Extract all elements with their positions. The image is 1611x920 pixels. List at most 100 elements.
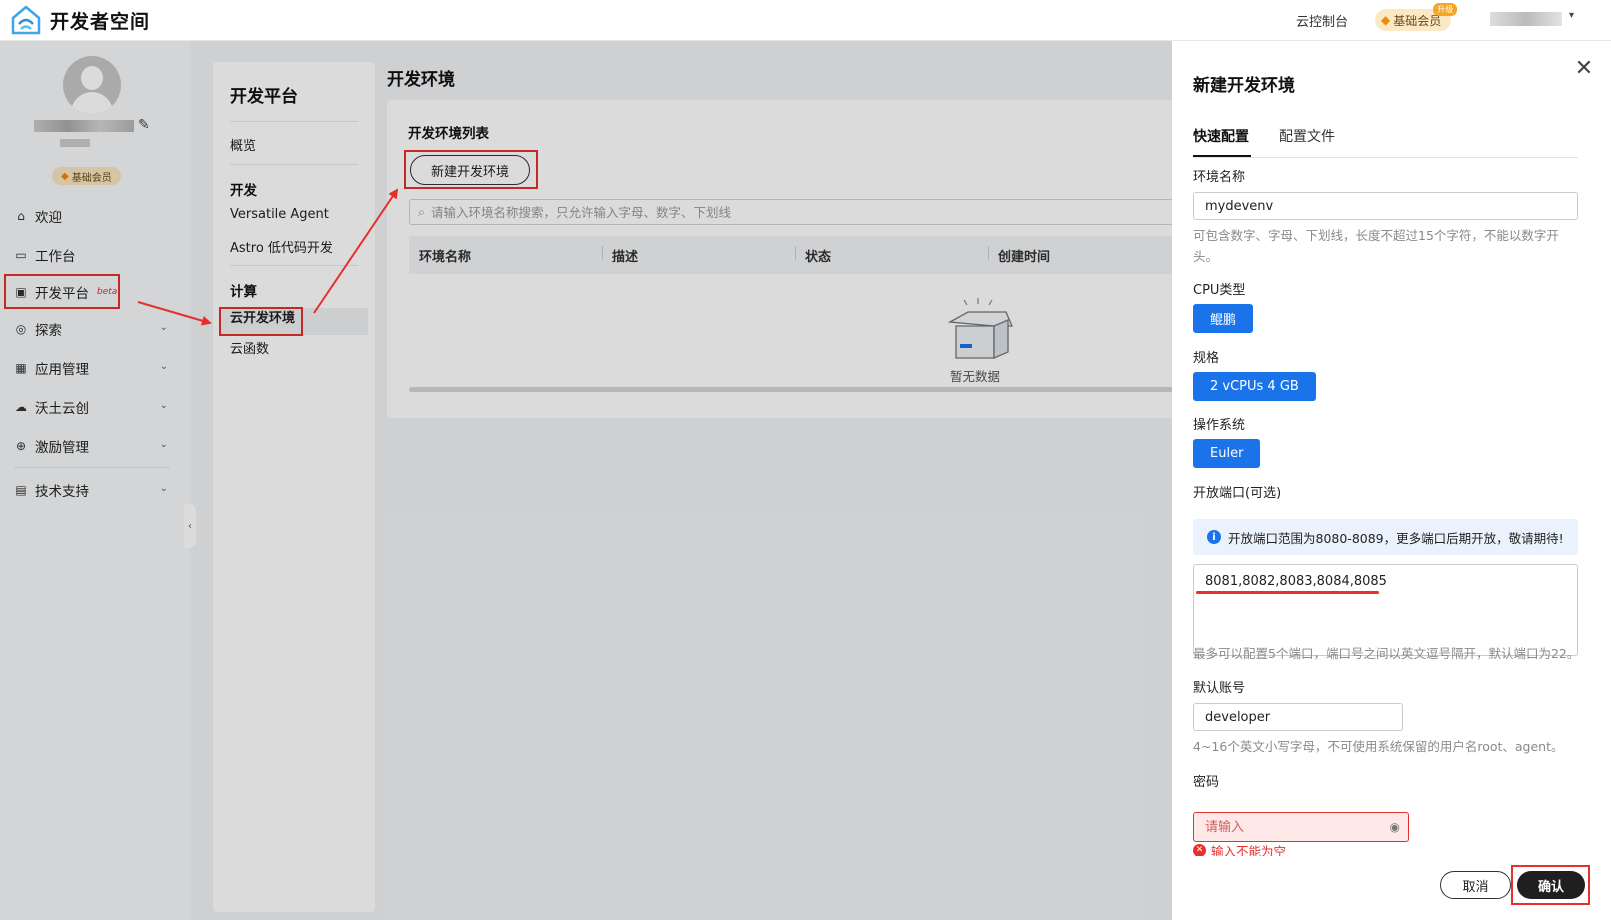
- sidebar-item-label: 沃土云创: [35, 400, 89, 417]
- spec-option[interactable]: 2 vCPUs 4 GB: [1193, 372, 1316, 401]
- main-nav: ⌂ 欢迎 ▭ 工作台 ▣ 开发平台 beta ◎ 探索 ⌄ ▦ 应用管理 ⌄ ☁…: [0, 196, 190, 509]
- column-header-status[interactable]: 状态: [795, 245, 988, 265]
- avatar[interactable]: [63, 56, 121, 114]
- column-header-name[interactable]: 环境名称: [409, 246, 602, 265]
- tab-config-file[interactable]: 配置文件: [1279, 126, 1335, 146]
- search-icon: ⌕: [418, 204, 426, 219]
- eye-off-icon[interactable]: ◉: [1390, 820, 1400, 834]
- sidebar-item-explore[interactable]: ◎ 探索 ⌄: [0, 309, 190, 348]
- user-menu[interactable]: [1490, 12, 1562, 26]
- sidebar-item-dev-platform[interactable]: ▣ 开发平台 beta: [4, 274, 120, 309]
- divider: [14, 467, 170, 468]
- chevron-down-icon: ⌄: [159, 483, 168, 494]
- gift-icon: ⊕: [15, 438, 27, 453]
- subnav-item-overview[interactable]: 概览: [230, 135, 256, 154]
- logo-text: 开发者空间: [50, 10, 151, 33]
- empty-text: 暂无数据: [950, 369, 1001, 384]
- subnav: 开发平台 概览 开发 Versatile Agent Astro 低代码开发 计…: [213, 62, 375, 912]
- column-header-created[interactable]: 创建时间: [988, 245, 1181, 265]
- sidebar-item-label: 探索: [35, 322, 62, 339]
- caret-down-icon[interactable]: ▾: [1569, 10, 1574, 21]
- page-title: 开发环境: [387, 70, 455, 90]
- annotation-box: [404, 150, 538, 189]
- logo[interactable]: 开发者空间: [10, 4, 150, 36]
- sidebar-item-wotu[interactable]: ☁ 沃土云创 ⌄: [0, 387, 190, 426]
- sidebar-item-incentive[interactable]: ⊕ 激励管理 ⌄: [0, 426, 190, 465]
- divider: [230, 164, 358, 165]
- upgrade-tag[interactable]: 升级: [1433, 3, 1458, 16]
- column-header-description[interactable]: 描述: [602, 245, 795, 265]
- new-env-drawer: 新建开发环境 ✕ 快速配置 配置文件 环境名称 可包含数字、字母、下划线，长度不…: [1172, 41, 1611, 920]
- subnav-item-cloud-function[interactable]: 云函数: [230, 338, 269, 357]
- diamond-icon: ◆: [1381, 13, 1391, 27]
- cpu-kunpeng-option[interactable]: 鲲鹏: [1193, 304, 1254, 333]
- info-icon: i: [1207, 530, 1221, 544]
- tab-quick-config[interactable]: 快速配置: [1193, 126, 1249, 146]
- port-hint: 最多可以配置5个端口，端口号之间以英文逗号隔开，默认端口为22。: [1193, 646, 1580, 661]
- edit-icon[interactable]: ✎: [138, 117, 150, 133]
- collapse-sidebar-button[interactable]: ‹: [184, 504, 196, 548]
- chevron-down-icon: ⌄: [159, 400, 168, 411]
- desktop-icon: ▭: [15, 247, 27, 262]
- cpu-type-label: CPU类型: [1193, 283, 1246, 298]
- divider: [230, 265, 358, 266]
- tab-indicator: [1193, 155, 1251, 157]
- table-header: 环境名称 描述 状态 创建时间: [409, 236, 1199, 274]
- search-input[interactable]: [431, 204, 1132, 220]
- app-icon: ▦: [15, 360, 27, 375]
- chevron-down-icon: ⌄: [159, 361, 168, 372]
- drawer-title: 新建开发环境: [1193, 76, 1295, 96]
- sidebar-item-label: 技术支持: [35, 483, 89, 500]
- sidebar-item-support[interactable]: ▤ 技术支持 ⌄: [0, 470, 190, 509]
- env-name-input[interactable]: [1193, 192, 1578, 220]
- account-input[interactable]: [1193, 703, 1403, 731]
- horizontal-scrollbar[interactable]: [409, 387, 1199, 392]
- cancel-button[interactable]: 取消: [1440, 871, 1511, 899]
- account-hint: 4~16个英文小写字母，不可使用系统保留的用户名root、agent。: [1193, 739, 1564, 754]
- empty-box-icon: [947, 298, 1013, 359]
- subnav-group-dev: 开发: [230, 183, 257, 199]
- subnav-item-versatile-agent[interactable]: Versatile Agent: [230, 207, 329, 222]
- compass-icon: ◎: [15, 321, 27, 336]
- subnav-title: 开发平台: [230, 87, 298, 107]
- annotation-box: [1511, 865, 1590, 905]
- close-icon[interactable]: ✕: [1574, 58, 1594, 80]
- diamond-icon: ◆: [61, 170, 69, 182]
- user-id: [60, 139, 90, 147]
- sidebar-item-welcome[interactable]: ⌂ 欢迎: [0, 196, 190, 235]
- password-field: ◉: [1193, 812, 1409, 842]
- sidebar-item-app-manage[interactable]: ▦ 应用管理 ⌄: [0, 348, 190, 387]
- logo-icon: [11, 5, 41, 35]
- drawer-tabs: 快速配置 配置文件: [1193, 126, 1578, 158]
- monitor-icon: ▣: [15, 284, 27, 299]
- account-label: 默认账号: [1193, 681, 1246, 696]
- sidebar-item-label: 应用管理: [35, 361, 89, 378]
- console-link[interactable]: 云控制台: [1296, 11, 1348, 30]
- drawer-footer: 取消 确认: [1172, 856, 1611, 920]
- os-euler-option[interactable]: Euler: [1193, 439, 1261, 468]
- password-input[interactable]: [1205, 819, 1375, 835]
- support-icon: ▤: [15, 482, 27, 497]
- sidebar: ✎ ◆ 基础会员 ⌂ 欢迎 ▭ 工作台 ▣ 开发平台 beta ◎ 探索 ⌄ ▦…: [0, 41, 196, 920]
- member-badge[interactable]: ◆ 基础会员 升级: [1375, 3, 1458, 31]
- sidebar-item-label: 欢迎: [35, 209, 62, 226]
- sidebar-member-badge: ◆ 基础会员: [52, 167, 121, 185]
- env-list-panel: 开发环境列表 新建开发环境 ⌕ 环境名称 描述 状态 创建时间 暂无数据: [387, 100, 1199, 418]
- chevron-down-icon: ⌄: [159, 322, 168, 333]
- os-label: 操作系统: [1193, 418, 1246, 433]
- port-info-text: 开放端口范围为8080-8089，更多端口后期开放，敬请期待!: [1228, 530, 1564, 546]
- password-label: 密码: [1193, 775, 1220, 790]
- subnav-group-compute: 计算: [230, 284, 257, 300]
- port-label: 开放端口(可选): [1193, 486, 1282, 501]
- password-error: ✕ 输入不能为空: [1193, 843, 1286, 857]
- list-title: 开发环境列表: [408, 126, 489, 142]
- sidebar-item-workbench[interactable]: ▭ 工作台: [0, 235, 190, 274]
- spec-label: 规格: [1193, 351, 1220, 366]
- top-bar: 开发者空间 云控制台 ◆ 基础会员 升级 ▾: [0, 0, 1611, 41]
- annotation-underline: [1196, 591, 1379, 594]
- env-name-label: 环境名称: [1193, 170, 1246, 185]
- sidebar-item-label: 开发平台: [35, 285, 89, 302]
- subnav-item-astro[interactable]: Astro 低代码开发: [230, 237, 333, 256]
- env-name-hint: 可包含数字、字母、下划线，长度不超过15个字符，不能以数字开头。: [1193, 228, 1559, 264]
- sidebar-item-label: 激励管理: [35, 439, 89, 456]
